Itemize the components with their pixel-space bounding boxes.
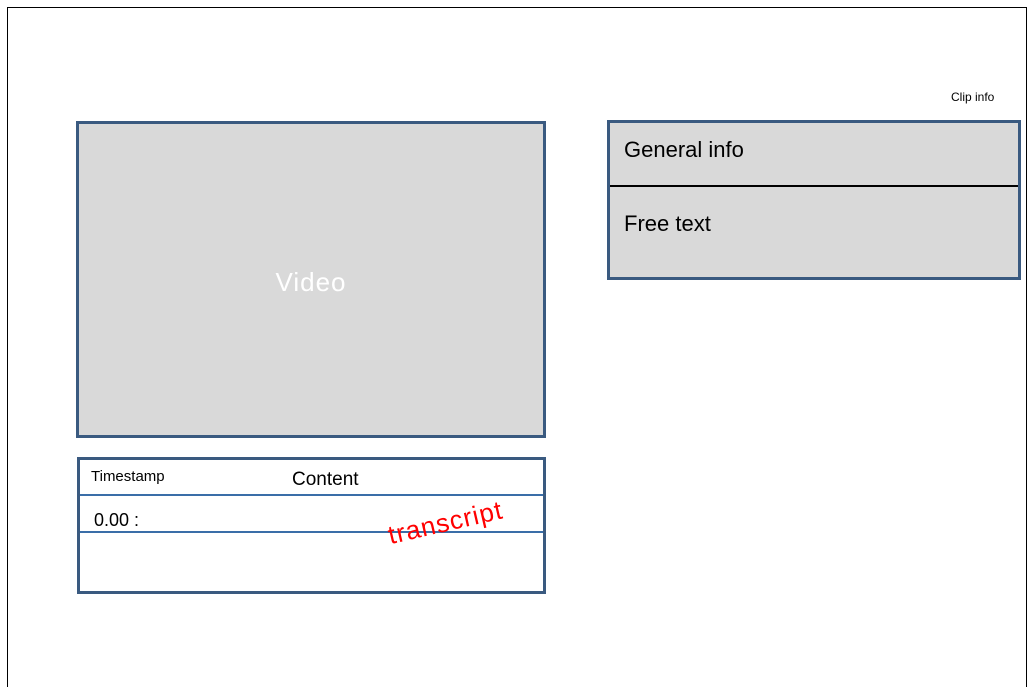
clip-info-label: Clip info — [951, 90, 995, 104]
transcript-annotation: transcript — [385, 494, 506, 551]
header-divider — [80, 494, 543, 496]
video-label: Video — [275, 267, 347, 297]
general-info-section: General info — [624, 137, 744, 162]
timestamp-cell[interactable]: 0.00 : — [94, 510, 139, 531]
video-player[interactable]: Video — [76, 121, 546, 438]
info-divider — [610, 185, 1018, 187]
clip-info-panel: General info Free text — [607, 120, 1021, 280]
content-column-header: Content — [292, 469, 359, 490]
transcript-table: Timestamp Content 0.00 : transcript — [77, 457, 546, 594]
free-text-field[interactable]: Free text — [610, 211, 1018, 237]
timestamp-column-header: Timestamp — [91, 468, 165, 485]
